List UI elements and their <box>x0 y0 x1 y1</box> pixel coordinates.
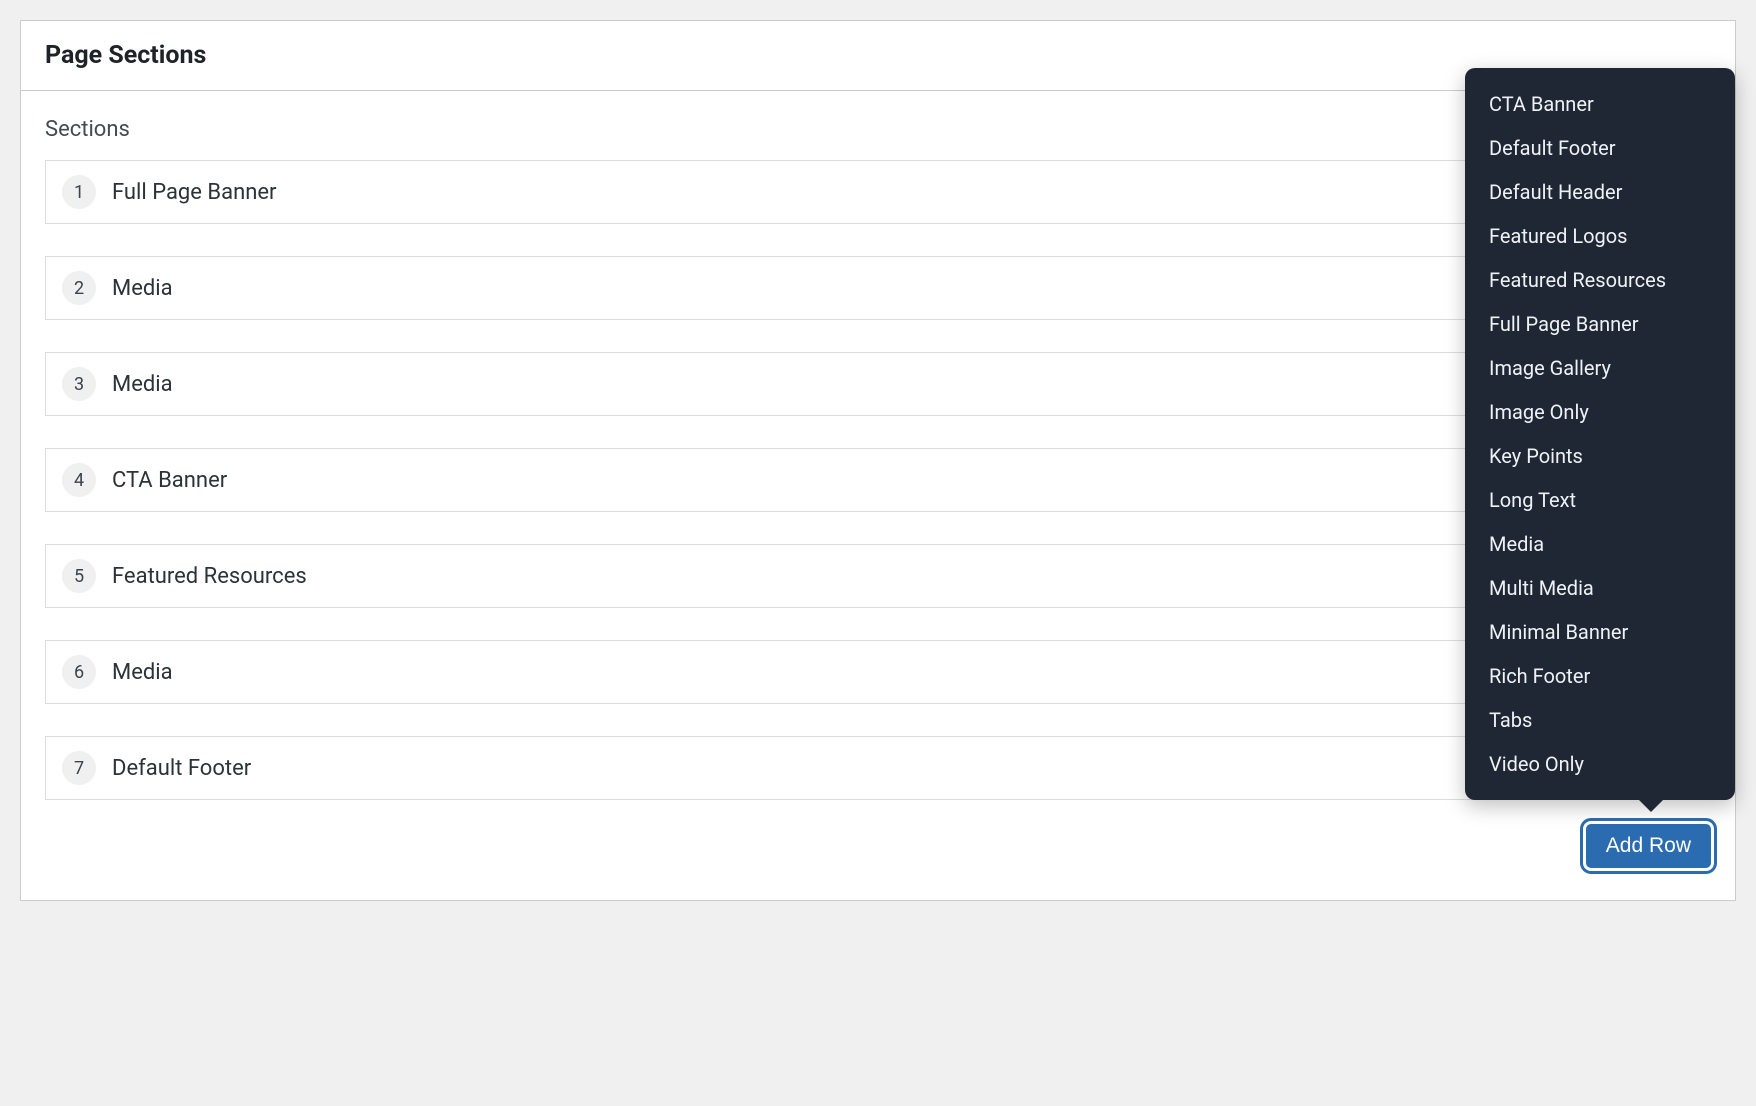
popover-item-featured-resources[interactable]: Featured Resources <box>1485 258 1715 302</box>
page-sections-panel: Page Sections Sections 1 Full Page Banne… <box>20 20 1736 901</box>
add-row-popover: CTA Banner Default Footer Default Header… <box>1465 68 1735 800</box>
popover-item-full-page-banner[interactable]: Full Page Banner <box>1485 302 1715 346</box>
row-label: Default Footer <box>112 756 251 781</box>
popover-item-cta-banner[interactable]: CTA Banner <box>1485 82 1715 126</box>
row-label: Media <box>112 660 173 685</box>
row-index-badge: 6 <box>62 655 96 689</box>
row-label: CTA Banner <box>112 468 227 493</box>
row-label: Featured Resources <box>112 564 307 589</box>
popover-item-rich-footer[interactable]: Rich Footer <box>1485 654 1715 698</box>
row-index-badge: 4 <box>62 463 96 497</box>
popover-item-video-only[interactable]: Video Only <box>1485 742 1715 786</box>
section-row[interactable]: 7 Default Footer <box>45 736 1711 800</box>
section-row[interactable]: 1 Full Page Banner <box>45 160 1711 224</box>
add-row-button[interactable]: Add Row <box>1586 824 1711 868</box>
row-label: Media <box>112 276 173 301</box>
panel-title: Page Sections <box>45 41 1711 70</box>
section-row[interactable]: 4 CTA Banner <box>45 448 1711 512</box>
row-index-badge: 5 <box>62 559 96 593</box>
row-index-badge: 2 <box>62 271 96 305</box>
row-index-badge: 3 <box>62 367 96 401</box>
popover-item-image-gallery[interactable]: Image Gallery <box>1485 346 1715 390</box>
sections-field-label: Sections <box>45 117 1711 142</box>
section-row[interactable]: 6 Media <box>45 640 1711 704</box>
popover-item-minimal-banner[interactable]: Minimal Banner <box>1485 610 1715 654</box>
popover-item-featured-logos[interactable]: Featured Logos <box>1485 214 1715 258</box>
section-row[interactable]: 2 Media <box>45 256 1711 320</box>
popover-item-multi-media[interactable]: Multi Media <box>1485 566 1715 610</box>
popover-item-media[interactable]: Media <box>1485 522 1715 566</box>
popover-item-key-points[interactable]: Key Points <box>1485 434 1715 478</box>
row-label: Full Page Banner <box>112 180 277 205</box>
popover-item-tabs[interactable]: Tabs <box>1485 698 1715 742</box>
actions-bar: Add Row <box>45 824 1711 868</box>
popover-item-default-footer[interactable]: Default Footer <box>1485 126 1715 170</box>
section-row[interactable]: 3 Media <box>45 352 1711 416</box>
row-label: Media <box>112 372 173 397</box>
popover-item-long-text[interactable]: Long Text <box>1485 478 1715 522</box>
popover-item-image-only[interactable]: Image Only <box>1485 390 1715 434</box>
panel-body: Sections 1 Full Page Banner 2 Media 3 Me… <box>21 91 1735 900</box>
row-index-badge: 7 <box>62 751 96 785</box>
row-index-badge: 1 <box>62 175 96 209</box>
sections-row-list: 1 Full Page Banner 2 Media 3 Media 4 CTA… <box>45 160 1711 800</box>
section-row[interactable]: 5 Featured Resources <box>45 544 1711 608</box>
popover-item-default-header[interactable]: Default Header <box>1485 170 1715 214</box>
